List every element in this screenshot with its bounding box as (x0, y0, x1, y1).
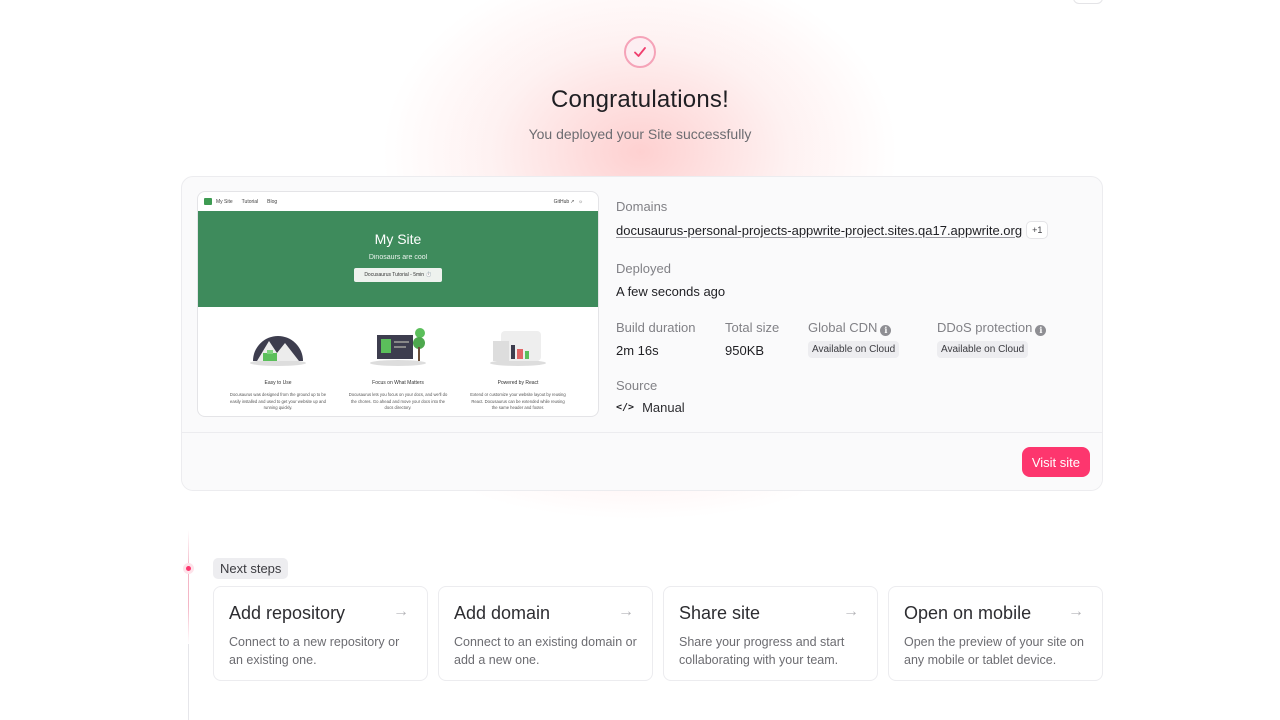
deployed-label: Deployed (616, 261, 671, 276)
step-description: Open the preview of your site on any mob… (904, 635, 1084, 667)
arrow-right-icon: → (618, 603, 634, 620)
code-icon: </> (616, 402, 635, 413)
deployment-card-body: My Site Tutorial Blog GitHub ↗ ☼ My Site… (182, 177, 1102, 432)
deployment-card: My Site Tutorial Blog GitHub ↗ ☼ My Site… (181, 176, 1103, 491)
preview-feature: Powered by React Extend or customize you… (468, 323, 568, 412)
preview-feature: Easy to Use Docusaurus was designed from… (228, 323, 328, 412)
preview-feature-title: Powered by React (497, 380, 539, 386)
react-illustration-icon (490, 331, 546, 366)
share-site-card[interactable]: Share site Share your progress and start… (663, 586, 878, 681)
preview-feature-desc: Extend or customize your website layout … (470, 392, 566, 411)
total-size-label: Total size (725, 320, 780, 335)
preview-feature-desc: Docusaurus was designed from the ground … (229, 392, 327, 411)
open-on-mobile-card[interactable]: Open on mobile Open the preview of your … (888, 586, 1103, 681)
global-cdn-badge: Available on Cloud (808, 340, 900, 358)
deployed-value: A few seconds ago (616, 284, 726, 299)
arrow-right-icon: → (1068, 603, 1084, 620)
step-title: Share site (679, 603, 761, 623)
deployment-card-footer: Visit site (182, 432, 1102, 490)
preview-nav-link: Blog (267, 198, 278, 205)
preview-hero-title: My Site (374, 231, 422, 247)
preview-hero: My Site Dinosaurs are cool Docusaurus Tu… (198, 211, 598, 307)
arrow-right-icon: → (843, 603, 859, 620)
preview-feature-title: Focus on What Matters (372, 380, 424, 386)
timeline-line (188, 530, 189, 720)
success-hero: Congratulations! You deployed your Site … (0, 36, 1280, 142)
sun-icon: ☼ (578, 198, 583, 205)
page-subtitle: You deployed your Site successfully (528, 126, 752, 142)
total-size-value: 950KB (725, 343, 765, 358)
domains-label: Domains (616, 199, 668, 214)
top-corner-button[interactable] (1073, 0, 1103, 4)
preview-features: Easy to Use Docusaurus was designed from… (198, 307, 598, 412)
extra-domains-badge[interactable]: +1 (1026, 221, 1049, 239)
external-link-icon: ↗ (570, 198, 575, 205)
page-title: Congratulations! (551, 86, 729, 113)
laptop-illustration-icon (370, 328, 426, 366)
preview-feature-desc: Docusaurus lets you focus on your docs, … (348, 392, 448, 411)
preview-feature: Focus on What Matters Docusaurus lets yo… (348, 323, 448, 412)
next-steps-label: Next steps (213, 558, 289, 579)
domain-link[interactable]: docusaurus-personal-projects-appwrite-pr… (616, 223, 1022, 238)
preview-navbar: My Site Tutorial Blog GitHub ↗ ☼ (198, 192, 598, 211)
step-description: Connect to an existing domain or add a n… (454, 635, 637, 667)
source-value: Manual (642, 400, 685, 415)
build-duration-label: Build duration (616, 320, 696, 335)
visit-site-button[interactable]: Visit site (1021, 447, 1090, 477)
source-label: Source (616, 378, 658, 393)
preview-site-name: My Site (216, 198, 233, 205)
site-preview[interactable]: My Site Tutorial Blog GitHub ↗ ☼ My Site… (197, 191, 599, 417)
ddos-protection-badge: Available on Cloud (937, 340, 1029, 358)
add-repository-card[interactable]: Add repository Connect to a new reposito… (213, 586, 428, 681)
preview-logo-icon (204, 198, 212, 205)
global-cdn-label: Global CDN (808, 320, 878, 335)
info-icon[interactable]: i (1035, 324, 1047, 336)
check-circle-icon (624, 36, 656, 68)
timeline-dot (183, 563, 194, 574)
add-domain-card[interactable]: Add domain Connect to an existing domain… (438, 586, 653, 681)
step-description: Connect to a new repository or an existi… (229, 635, 400, 667)
info-icon[interactable]: i (880, 324, 892, 336)
preview-nav-link: Tutorial (241, 198, 259, 205)
preview-feature-title: Easy to Use (264, 380, 292, 386)
step-title: Add repository (229, 603, 346, 623)
preview-hero-subtitle: Dinosaurs are cool (368, 254, 428, 261)
step-title: Add domain (454, 603, 551, 623)
ddos-protection-label: DDoS protection (937, 320, 1033, 335)
next-steps-list: Add repository Connect to a new reposito… (213, 586, 1103, 681)
deployment-details: Domains docusaurus-personal-projects-app… (616, 199, 1049, 415)
step-title: Open on mobile (904, 603, 1032, 623)
arrow-right-icon: → (393, 603, 409, 620)
preview-hero-button: Docusaurus Tutorial - 5min ⏱️ (354, 268, 442, 282)
build-duration-value: 2m 16s (616, 343, 659, 358)
preview-github-link: GitHub (553, 198, 570, 205)
step-description: Share your progress and start collaborat… (679, 635, 845, 667)
mountain-illustration-icon (250, 336, 306, 366)
